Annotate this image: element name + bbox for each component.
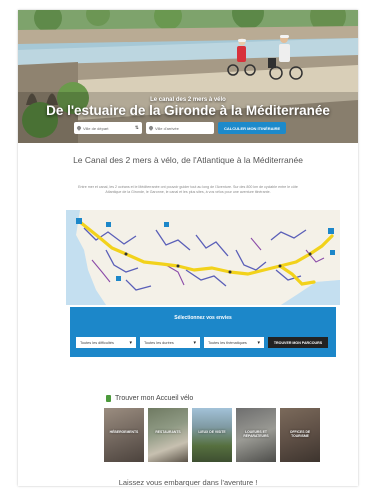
accueil-velo-icon [106,395,111,402]
hero-title: De l'estuaire de la Gironde à la Méditer… [46,103,330,118]
route-filter-panel: Sélectionnez vos envies Toutes les diffi… [70,307,336,357]
intro-text: Entre mer et canal, les 2 océans et le M… [78,185,298,195]
card-label: OFFICES DE TOURISME [289,430,311,439]
card-restaurants[interactable]: RESTAURANTS [148,408,188,462]
filter-title: Sélectionnez vos envies [174,315,232,321]
accueil-velo-heading: Trouver mon Accueil vélo [106,395,193,402]
card-loueurs[interactable]: LOUEURS ET RÉPARATEURS [236,408,276,462]
card-label: LIEUX DE VISITE [198,430,226,434]
route-map[interactable] [66,210,340,305]
difficulty-select[interactable]: Toutes les difficultés ▾ [76,337,136,348]
chevron-down-icon: ▾ [257,339,260,346]
duration-select[interactable]: Toutes les durées ▾ [140,337,200,348]
card-lieux-de-visite[interactable]: LIEUX DE VISITE [192,408,232,462]
duration-select-value: Toutes les durées [144,340,174,345]
hero-banner: Le canal des 2 mers à vélo De l'estuaire… [18,10,358,143]
card-label: LOUEURS ET RÉPARATEURS [243,430,269,439]
location-pin-icon [76,125,82,131]
difficulty-select-value: Toutes les difficultés [80,340,114,345]
departure-placeholder: Ville de départ [83,125,109,131]
card-offices-de-tourisme[interactable]: OFFICES DE TOURISME [280,408,320,462]
arrival-field[interactable]: Ville d'arrivée [146,122,214,134]
calculate-itinerary-button[interactable]: CALCULER MON ITINÉRAIRE [218,122,287,134]
card-label: HÉBERGEMENTS [109,430,139,434]
route-map-graphic [66,210,340,305]
filter-row: Toutes les difficultés ▾ Toutes les duré… [76,337,328,348]
chevron-down-icon: ▾ [129,339,132,346]
theme-select-value: Toutes les thématiques [208,340,247,345]
departure-field[interactable]: Ville de départ ⇅ [74,122,142,134]
theme-select[interactable]: Toutes les thématiques ▾ [204,337,264,348]
swap-icon[interactable]: ⇅ [135,125,139,131]
accueil-velo-title: Trouver mon Accueil vélo [115,395,194,402]
page: Le canal des 2 mers à vélo De l'estuaire… [18,10,358,486]
location-pin-icon [148,125,154,131]
card-label: RESTAURANTS [155,430,181,434]
itinerary-search: Ville de départ ⇅ Ville d'arrivée CALCUL… [74,122,287,134]
card-hebergements[interactable]: HÉBERGEMENTS [104,408,144,462]
find-route-button[interactable]: TROUVER MON PARCOURS [268,337,328,348]
intro-title: Le Canal des 2 mers à vélo, de l'Atlanti… [73,155,303,165]
accueil-velo-cards: HÉBERGEMENTS RESTAURANTS LIEUX DE VISITE… [104,408,320,462]
chevron-down-icon: ▾ [193,339,196,346]
adventure-heading: Laissez vous embarquer dans l'aventure ! [118,478,258,486]
arrival-placeholder: Ville d'arrivée [155,125,179,131]
